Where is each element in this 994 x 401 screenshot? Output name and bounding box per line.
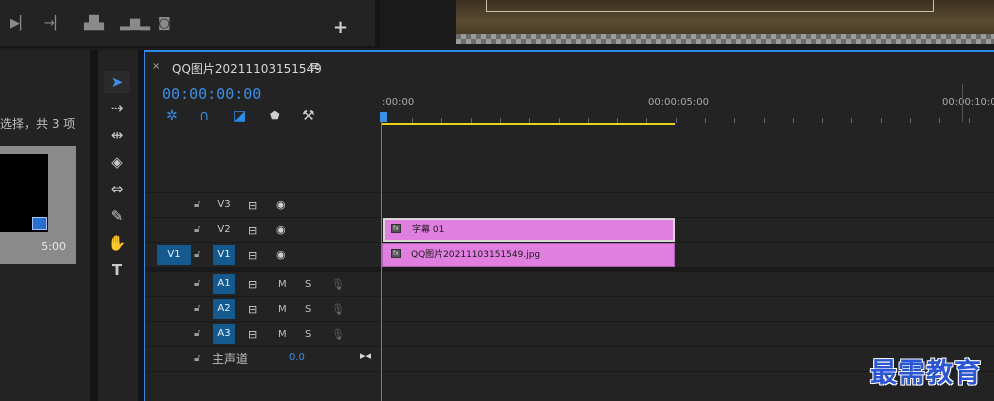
selection-arrow-icon[interactable]: ➤ — [104, 71, 130, 93]
watermark-logo: 最需教育 — [870, 358, 982, 389]
track-label-v1[interactable]: V1 — [213, 245, 235, 265]
track-divider — [145, 296, 994, 297]
track-label-v3[interactable]: V3 — [213, 195, 235, 215]
ruler-tick — [793, 118, 794, 123]
clip-label: QQ图片20211103151549.jpg — [411, 250, 541, 260]
solo-button[interactable]: S — [305, 304, 311, 315]
track-label-a3[interactable]: A3 — [213, 324, 235, 344]
go-to-edit-point-icon[interactable]: ▸◂ — [360, 349, 371, 362]
ruler-tick — [676, 118, 677, 123]
sync-lock-icon[interactable]: ⊟ — [248, 199, 257, 212]
extract-icon[interactable]: ▂▆▂ — [120, 17, 150, 31]
eye-icon[interactable]: ◉ — [276, 223, 286, 236]
razor-icon[interactable]: ◈ — [104, 151, 130, 173]
ruler-tick — [851, 118, 852, 123]
wrench-icon[interactable]: ⚒ — [302, 108, 315, 124]
slip-icon[interactable]: ⇔ — [104, 178, 130, 200]
ruler-tick — [910, 118, 911, 123]
ruler-tick — [969, 118, 970, 123]
panel-divider — [90, 50, 98, 401]
snap-icon[interactable]: ∩ — [199, 108, 209, 124]
track-divider — [145, 321, 994, 322]
mute-button[interactable]: M — [278, 329, 287, 340]
ruler-tick — [764, 118, 765, 123]
ruler-label: :00:00 — [382, 97, 415, 108]
sequence-badge-icon — [32, 217, 47, 230]
step-forward-icon[interactable]: ▶▏ — [10, 17, 30, 31]
lock-icon[interactable]: 🔓︎ — [194, 199, 200, 210]
clip-label: 字幕 01 — [412, 225, 445, 235]
ruler-tick — [881, 118, 882, 123]
track-divider — [145, 371, 994, 372]
fx-badge-icon: fx — [391, 249, 401, 258]
ripple-edit-icon[interactable]: ⇹ — [104, 124, 130, 146]
video-audio-divider — [145, 267, 994, 272]
lock-icon[interactable]: 🔓︎ — [194, 353, 200, 364]
transparency-checkerboard — [456, 34, 994, 44]
sync-lock-icon[interactable]: ⊟ — [248, 303, 257, 316]
microphone-icon[interactable]: 🎙︎ — [331, 278, 345, 291]
lock-icon[interactable]: 🔓︎ — [194, 328, 200, 339]
ruler-label: 00:00:10:00 — [942, 97, 994, 108]
eye-icon[interactable]: ◉ — [276, 198, 286, 211]
add-icon[interactable]: + — [333, 19, 348, 37]
pen-icon[interactable]: ✎ — [104, 205, 130, 227]
lift-icon[interactable]: ▟▙ — [84, 17, 104, 31]
solo-button[interactable]: S — [305, 279, 311, 290]
sequence-tab-title[interactable]: QQ图片20211103151549 — [172, 60, 322, 77]
track-select-icon[interactable]: ⇢ — [104, 97, 130, 119]
image-clip[interactable]: QQ图片20211103151549.jpg — [382, 243, 675, 267]
playhead-timecode[interactable]: 00:00:00:00 — [162, 85, 261, 103]
thumbnail-duration: 5:00 — [41, 240, 66, 253]
lock-icon[interactable]: 🔓︎ — [194, 249, 200, 260]
close-tab-button[interactable]: × — [152, 61, 160, 72]
ruler-marker — [962, 84, 963, 122]
add-marker-icon[interactable]: ⬟ — [270, 108, 280, 124]
sync-lock-icon[interactable]: ⊟ — [248, 224, 257, 237]
solo-button[interactable]: S — [305, 329, 311, 340]
source-patch-v1[interactable]: V1 — [157, 245, 191, 265]
sync-lock-icon[interactable]: ⊟ — [248, 278, 257, 291]
eye-icon[interactable]: ◉ — [276, 248, 286, 261]
ruler-tick — [705, 118, 706, 123]
hand-icon[interactable]: ✋ — [104, 232, 130, 254]
sync-lock-icon[interactable]: ⊟ — [248, 328, 257, 341]
work-area-bar[interactable] — [382, 123, 675, 125]
mute-button[interactable]: M — [278, 304, 287, 315]
track-label-a1[interactable]: A1 — [213, 274, 235, 294]
lock-icon[interactable]: 🔓︎ — [194, 224, 200, 235]
title-clip[interactable]: 字幕 01 — [383, 218, 675, 242]
linked-selection-icon[interactable]: ◪ — [233, 108, 246, 124]
panel-menu-icon[interactable]: ≡ — [309, 59, 320, 74]
track-label-v2[interactable]: V2 — [213, 220, 235, 240]
type-icon[interactable]: T — [104, 259, 130, 281]
track-divider — [145, 346, 994, 347]
title-safe-frame — [486, 0, 934, 12]
sync-lock-icon[interactable]: ⊟ — [248, 249, 257, 262]
track-label-a2[interactable]: A2 — [213, 299, 235, 319]
mute-button[interactable]: M — [278, 279, 287, 290]
camera-icon[interactable]: ◙ — [158, 17, 171, 31]
selection-count-text: 选择，共 3 项 — [0, 117, 76, 131]
microphone-icon[interactable]: 🎙︎ — [331, 303, 345, 316]
lock-icon[interactable]: 🔓︎ — [194, 303, 200, 314]
ruler-tick — [822, 118, 823, 123]
nest-icon[interactable]: ✲ — [166, 108, 178, 124]
ruler-tick — [939, 118, 940, 123]
master-track-label: 主声道 — [212, 352, 249, 366]
lock-icon[interactable]: 🔓︎ — [194, 278, 200, 289]
track-divider — [145, 192, 994, 193]
ruler-label: 00:00:05:00 — [648, 97, 710, 108]
insert-icon[interactable]: →▏ — [44, 17, 65, 31]
playhead-handle[interactable] — [380, 112, 387, 122]
playhead-line[interactable] — [381, 112, 382, 401]
microphone-icon[interactable]: 🎙︎ — [331, 328, 345, 341]
fx-badge-icon: fx — [391, 224, 401, 233]
master-volume-value[interactable]: 0.0 — [289, 352, 305, 363]
ruler-tick — [734, 118, 735, 123]
